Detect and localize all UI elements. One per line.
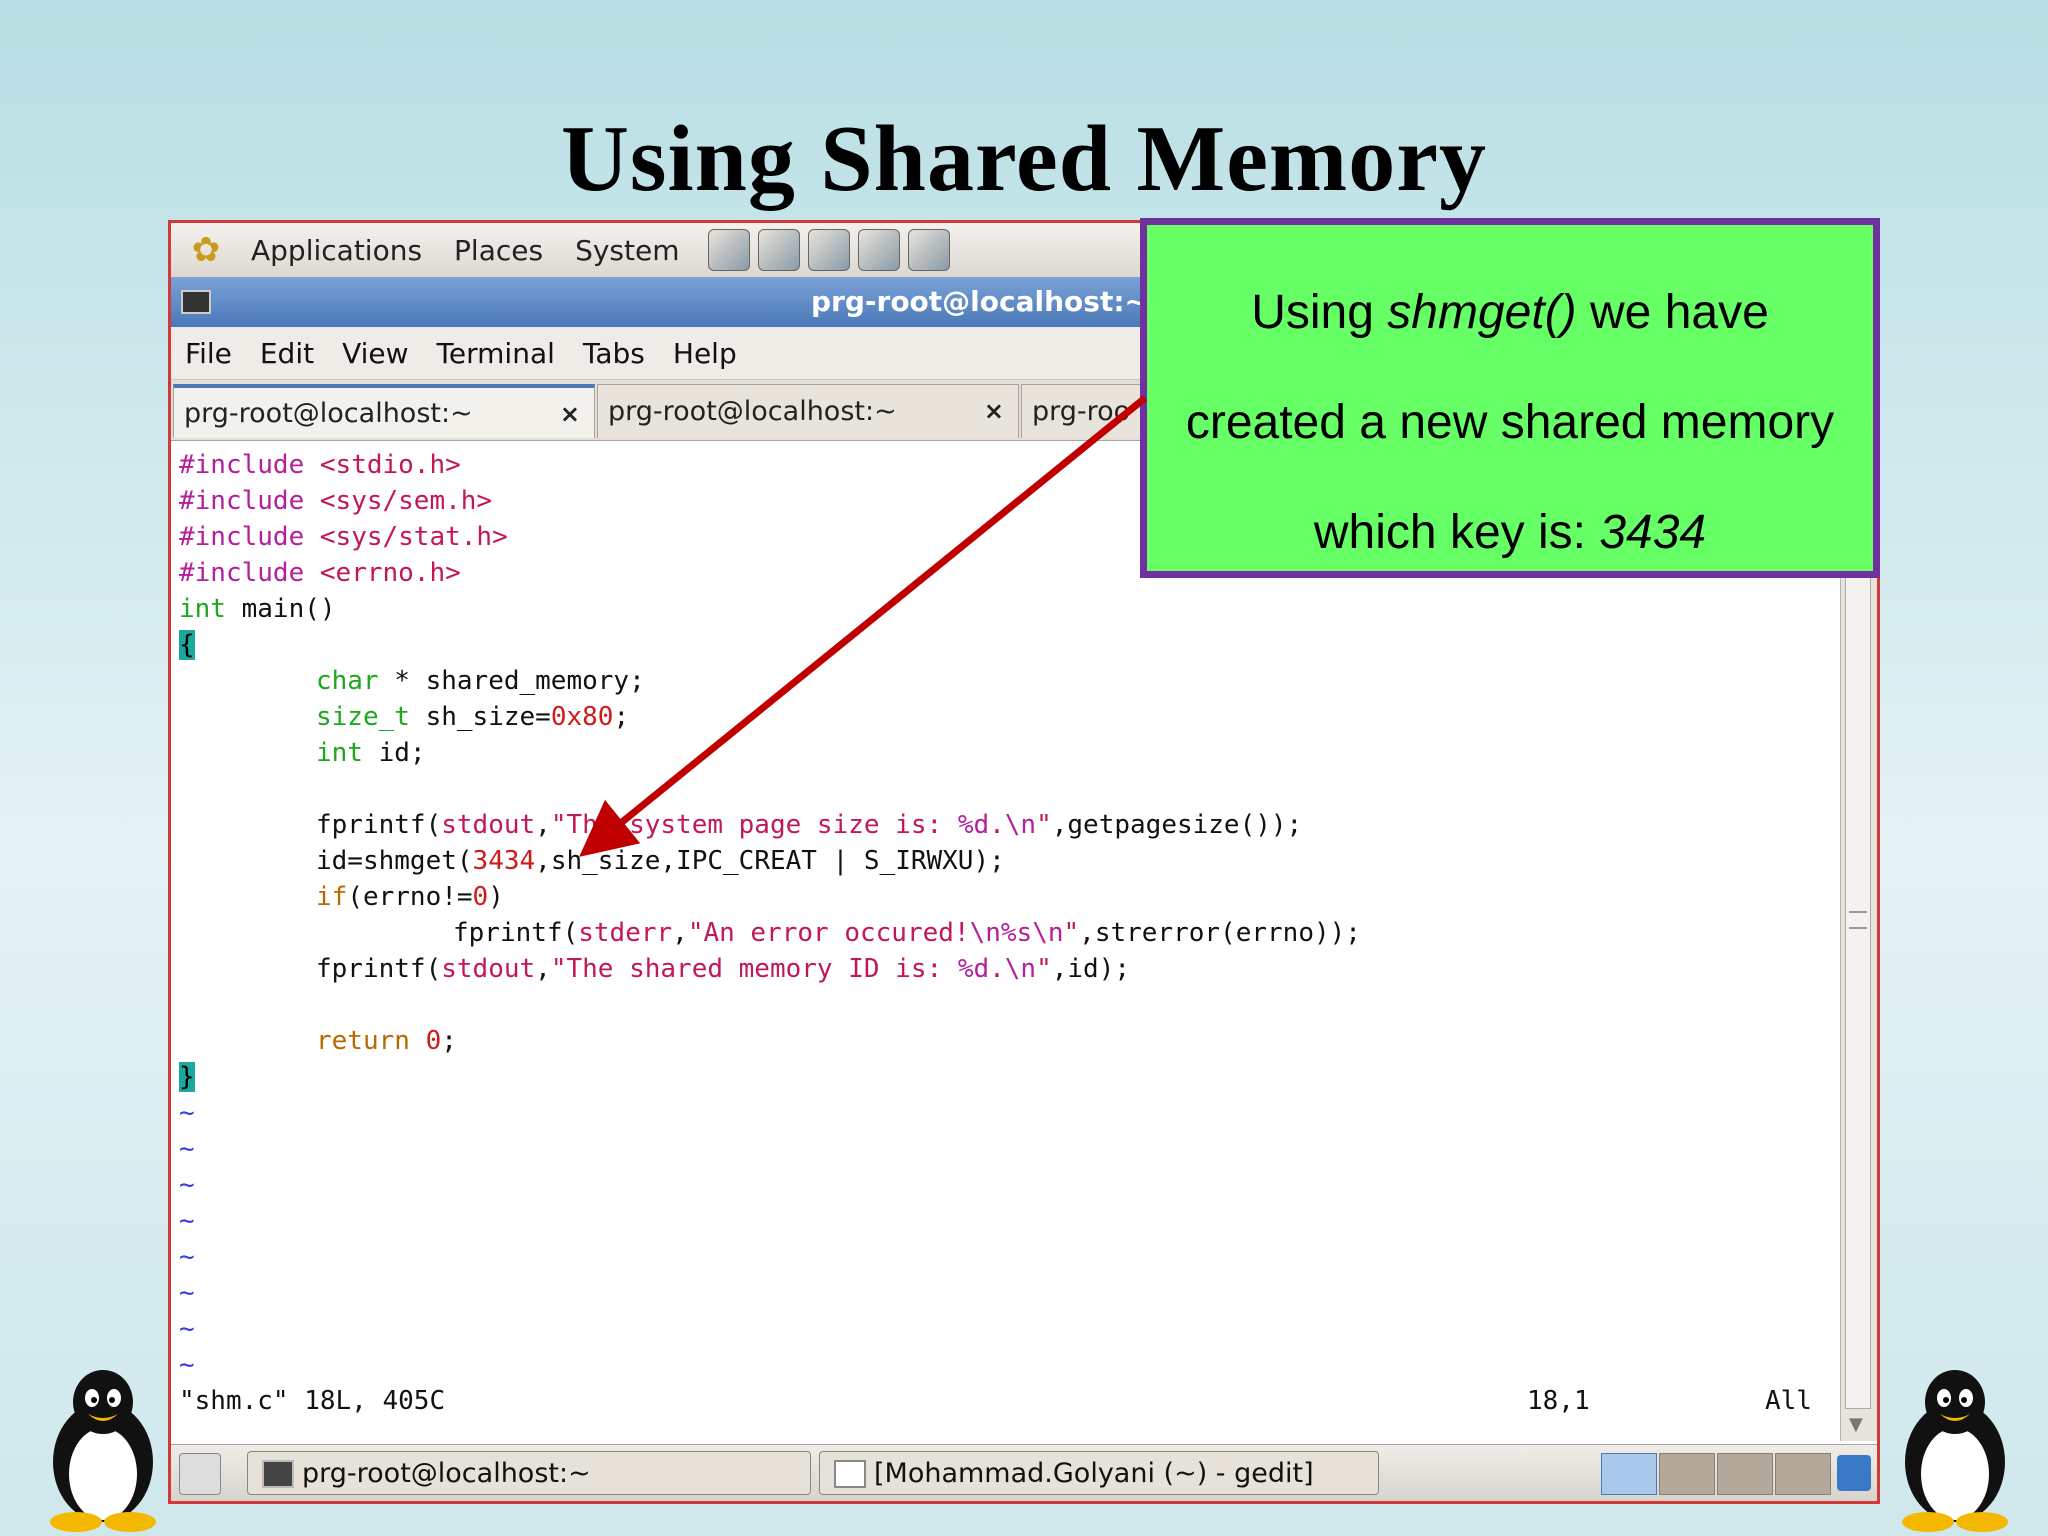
- tab-label: prg-roo: [1032, 396, 1131, 427]
- panel-launchers: [704, 229, 954, 271]
- workspace-4[interactable]: [1775, 1453, 1831, 1495]
- taskbar-item-label: prg-root@localhost:~: [302, 1457, 591, 1489]
- tab-terminal-1[interactable]: prg-root@localhost:~ ×: [173, 384, 595, 438]
- code-line: {: [179, 630, 195, 660]
- empty-line-marker: ~: [179, 1314, 195, 1344]
- menu-file[interactable]: File: [171, 337, 246, 370]
- workspace-1[interactable]: [1601, 1453, 1657, 1495]
- tab-close-icon[interactable]: ×: [560, 400, 580, 428]
- callout-line-2: created a new shared memory: [1185, 396, 1835, 449]
- code-line: return 0;: [316, 1026, 457, 1056]
- code-line: fprintf(stdout,"The system page size is:…: [316, 810, 1303, 840]
- trash-icon[interactable]: [1837, 1455, 1871, 1491]
- scrollbar-thumb[interactable]: [1845, 449, 1871, 1409]
- tab-terminal-2[interactable]: prg-root@localhost:~ ×: [597, 384, 1019, 438]
- taskbar-item-terminal[interactable]: prg-root@localhost:~: [247, 1451, 811, 1495]
- spreadsheet-launcher-icon[interactable]: [907, 229, 950, 271]
- callout-line-3: which key is: 3434: [1313, 506, 1707, 559]
- menu-view[interactable]: View: [328, 337, 422, 370]
- tux-penguin-left-icon: [50, 1370, 156, 1532]
- callout-line-1: Using shmget() we have: [1251, 286, 1769, 339]
- code-line: #include <errno.h>: [179, 558, 461, 588]
- code-line: if(errno!=0): [316, 882, 504, 912]
- empty-line-marker: ~: [179, 1134, 195, 1164]
- scrollbar-grip-icon: [1849, 911, 1867, 929]
- tab-label: prg-root@localhost:~: [184, 397, 473, 429]
- code-line: #include <sys/sem.h>: [179, 486, 493, 516]
- scroll-down-arrow-icon[interactable]: ▼: [1849, 1414, 1863, 1435]
- taskbar-item-gedit[interactable]: [Mohammad.Golyani (~) - gedit]: [819, 1451, 1379, 1495]
- panel-menu-places[interactable]: Places: [438, 234, 559, 267]
- vim-status-file: "shm.c" 18L, 405C: [179, 1386, 446, 1416]
- code-line: #include <sys/stat.h>: [179, 522, 508, 552]
- document-launcher-icon[interactable]: [807, 229, 850, 271]
- mail-launcher-icon[interactable]: [757, 229, 800, 271]
- menu-edit[interactable]: Edit: [246, 337, 328, 370]
- taskbar-item-label: [Mohammad.Golyani (~) - gedit]: [874, 1457, 1314, 1489]
- code-line: int id;: [316, 738, 426, 768]
- empty-line-marker: ~: [179, 1350, 195, 1380]
- presentation-launcher-icon[interactable]: [857, 229, 900, 271]
- terminal-content[interactable]: #include <stdio.h> #include <sys/sem.h> …: [171, 441, 1843, 1441]
- window-title: prg-root@localhost:~: [811, 285, 1148, 318]
- menu-terminal[interactable]: Terminal: [423, 337, 569, 370]
- code-line: id=shmget(3434,sh_size,IPC_CREAT | S_IRW…: [316, 846, 1005, 876]
- code-line: fprintf(stderr,"An error occured!\n%s\n"…: [453, 918, 1361, 948]
- menu-tabs[interactable]: Tabs: [569, 337, 659, 370]
- code-line: int main(): [179, 594, 336, 624]
- workspace-2[interactable]: [1659, 1453, 1715, 1495]
- vim-status-scroll: All: [1765, 1386, 1812, 1416]
- empty-line-marker: ~: [179, 1170, 195, 1200]
- empty-line-marker: ~: [179, 1098, 195, 1128]
- code-line: #include <stdio.h>: [179, 450, 461, 480]
- terminal-scrollbar[interactable]: ▼: [1840, 441, 1877, 1441]
- code-line: size_t sh_size=0x80;: [316, 702, 630, 732]
- panel-menu-applications[interactable]: Applications: [235, 234, 438, 267]
- tab-close-icon[interactable]: ×: [984, 397, 1004, 425]
- tab-label: prg-root@localhost:~: [608, 396, 897, 427]
- tux-penguin-right-icon: [1902, 1370, 2008, 1532]
- empty-line-marker: ~: [179, 1278, 195, 1308]
- terminal-window-icon[interactable]: [181, 290, 211, 314]
- menu-help[interactable]: Help: [659, 337, 751, 370]
- browser-launcher-icon[interactable]: [707, 229, 750, 271]
- code-line: fprintf(stdout,"The shared memory ID is:…: [316, 954, 1131, 984]
- show-desktop-icon[interactable]: [179, 1453, 221, 1495]
- workspace-3[interactable]: [1717, 1453, 1773, 1495]
- bottom-panel: prg-root@localhost:~ [Mohammad.Golyani (…: [171, 1444, 1877, 1501]
- code-line: char * shared_memory;: [316, 666, 645, 696]
- gnome-foot-icon[interactable]: ✿: [185, 229, 227, 271]
- slide-title: Using Shared Memory: [561, 107, 1487, 211]
- empty-line-marker: ~: [179, 1242, 195, 1272]
- panel-menu-system[interactable]: System: [559, 234, 695, 267]
- gedit-task-icon: [834, 1460, 866, 1488]
- code-line: }: [179, 1062, 195, 1092]
- annotation-callout: Using shmget() we have created a new sha…: [1140, 218, 1880, 578]
- terminal-task-icon: [262, 1460, 294, 1488]
- empty-line-marker: ~: [179, 1206, 195, 1236]
- vim-status-position: 18,1: [1527, 1386, 1590, 1416]
